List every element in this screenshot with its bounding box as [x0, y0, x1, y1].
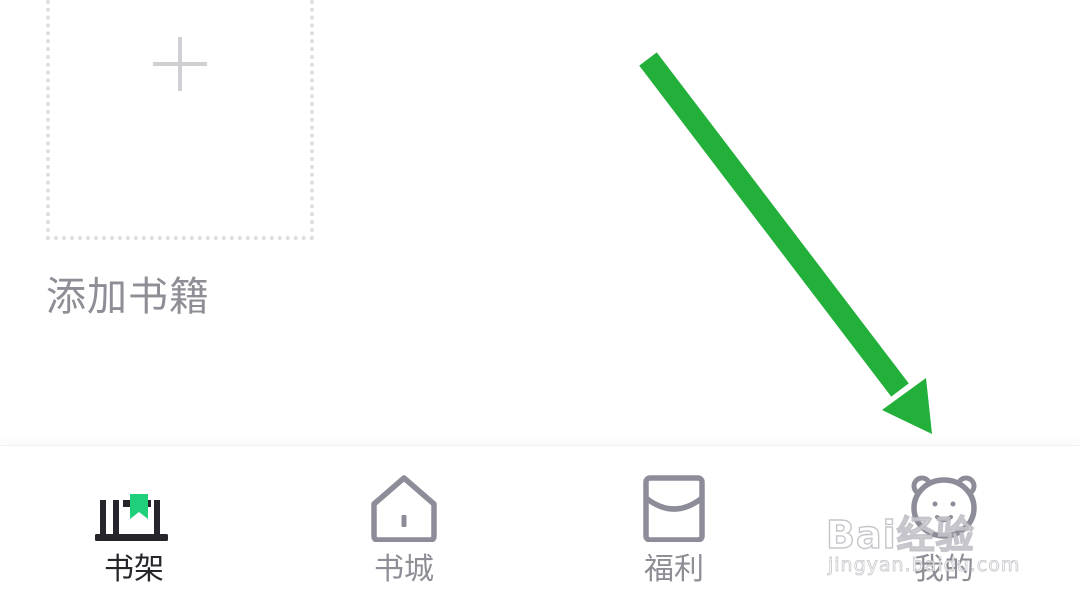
tab-mine[interactable]: 我的	[844, 446, 1044, 603]
bear-face-icon	[911, 475, 977, 539]
tab-welfare[interactable]: 福利	[574, 446, 774, 603]
add-book-label: 添加书籍	[46, 274, 210, 320]
tab-label: 我的	[914, 552, 974, 587]
tab-label: 书城	[374, 552, 434, 587]
bookshelf-icon	[95, 494, 168, 541]
tab-label: 福利	[644, 552, 704, 587]
tab-bookstore[interactable]: 书城	[304, 446, 504, 603]
tab-bookshelf[interactable]: 书架	[34, 446, 234, 603]
add-book-tile[interactable]	[46, 0, 314, 240]
tab-label: 书架	[104, 552, 164, 587]
red-envelope-icon	[643, 475, 705, 542]
plus-icon[interactable]	[153, 37, 207, 91]
bottom-tab-bar: 书架 书城 福利 我的	[0, 445, 1080, 603]
home-icon	[371, 475, 437, 542]
